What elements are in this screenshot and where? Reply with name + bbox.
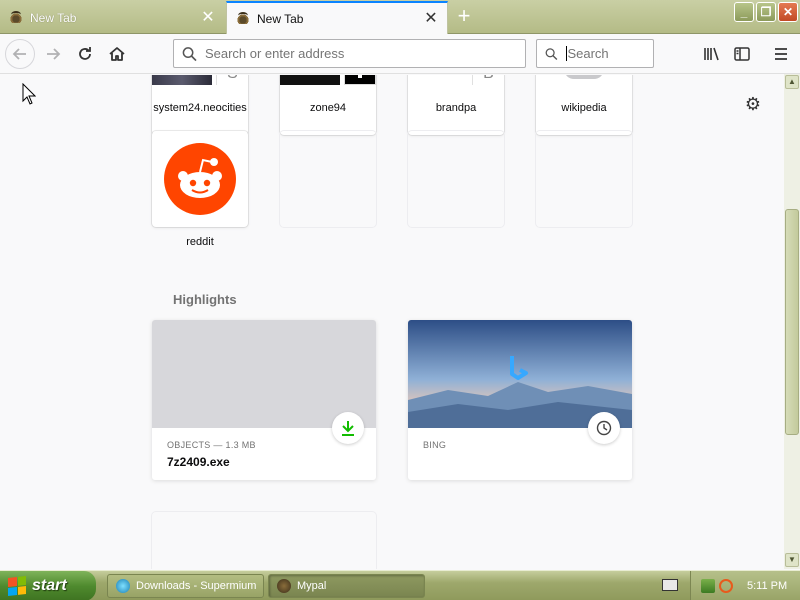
tab-new-tab-2[interactable]: New Tab ✕ <box>226 1 448 34</box>
search-icon <box>182 46 197 61</box>
start-button[interactable]: start <box>0 571 96 600</box>
taskbar-item-label: Mypal <box>297 580 327 592</box>
browser-favicon-icon <box>8 11 24 25</box>
browser-favicon-icon <box>235 11 251 26</box>
highlight-title: 7z2409.exe <box>167 455 230 469</box>
empty-highlight-slot <box>152 512 376 569</box>
highlight-card-download[interactable]: OBJECTS — 1.3 MB 7z2409.exe <box>152 320 376 480</box>
address-bar[interactable] <box>173 39 526 68</box>
home-icon <box>109 47 125 61</box>
highlight-context: BING <box>423 440 447 450</box>
empty-top-site-slot <box>408 131 504 227</box>
top-site-label: wikipedia <box>561 102 607 114</box>
forward-button[interactable] <box>38 39 68 69</box>
site-letter-icon: S <box>216 75 248 85</box>
taskbar-item-mypal[interactable]: Mypal <box>268 574 425 598</box>
site-thumbnail <box>152 75 212 85</box>
supermium-icon <box>116 579 130 593</box>
highlight-context: OBJECTS — 1.3 MB <box>167 440 256 450</box>
keyboard-icon[interactable] <box>662 579 678 591</box>
scrollbar-thumb[interactable] <box>785 209 799 435</box>
empty-top-site-slot <box>536 131 632 227</box>
sidebar-button[interactable] <box>727 39 757 69</box>
search-tray-icon[interactable] <box>719 579 733 593</box>
taskbar-item-label: Downloads - Supermium <box>136 580 257 592</box>
tab-close-icon[interactable]: ✕ <box>423 10 439 27</box>
network-icon[interactable] <box>701 579 715 593</box>
top-site-tile-reddit[interactable] <box>152 131 248 227</box>
clock-icon <box>588 412 620 444</box>
minimize-button[interactable]: _ <box>734 2 754 22</box>
start-label: start <box>32 577 67 594</box>
menu-button[interactable] <box>766 39 796 69</box>
tab-new-tab-1[interactable]: New Tab ✕ <box>0 3 224 33</box>
search-bar[interactable] <box>536 39 654 68</box>
back-button[interactable] <box>5 39 35 69</box>
wikipedia-globe-icon <box>564 75 604 79</box>
reddit-logo-icon <box>164 143 236 215</box>
search-input[interactable] <box>567 46 653 61</box>
tab-title: New Tab <box>257 11 304 26</box>
restore-button[interactable]: ❐ <box>756 2 776 22</box>
sidebar-icon <box>734 47 750 61</box>
top-site-label: brandpa <box>435 102 477 114</box>
top-site-label: reddit <box>186 236 214 248</box>
navigation-toolbar <box>0 34 800 74</box>
new-tab-button[interactable]: + <box>452 5 476 29</box>
top-site-label: system24.neocities <box>153 102 247 114</box>
library-button[interactable] <box>696 39 726 69</box>
back-arrow-icon <box>12 48 26 60</box>
page-scrollbar[interactable]: ▲ ▼ <box>784 74 800 569</box>
highlight-card-bing[interactable]: BING <box>408 320 632 480</box>
empty-top-site-slot <box>280 131 376 227</box>
search-icon <box>545 47 558 60</box>
tab-title: New Tab <box>30 11 77 25</box>
windows-flag-icon <box>8 576 26 596</box>
system-tray: 5:11 PM <box>690 571 800 600</box>
reload-button[interactable] <box>70 39 100 69</box>
scroll-up-icon[interactable]: ▲ <box>785 75 799 89</box>
scroll-down-icon[interactable]: ▼ <box>785 553 799 567</box>
top-site-label: zone94 <box>309 102 347 114</box>
new-tab-page: S system24.neocities zone94 B brandpa wi… <box>0 75 784 569</box>
highlights-heading: Highlights <box>173 292 237 307</box>
site-thumbnail <box>344 75 376 85</box>
download-icon <box>332 412 364 444</box>
text-caret <box>565 46 567 61</box>
tab-strip: New Tab ✕ New Tab ✕ + _ ❐ ✕ <box>0 0 800 34</box>
site-letter-icon: B <box>472 75 504 85</box>
mouse-cursor-icon <box>22 83 36 105</box>
close-window-button[interactable]: ✕ <box>778 2 798 22</box>
mypal-icon <box>277 579 291 593</box>
windows-taskbar: start Downloads - Supermium Mypal 5:11 P… <box>0 570 800 600</box>
library-icon <box>704 47 719 61</box>
tab-close-icon[interactable]: ✕ <box>200 10 216 26</box>
clock: 5:11 PM <box>747 580 788 592</box>
forward-arrow-icon <box>47 48 61 60</box>
settings-gear-icon[interactable]: ⚙ <box>743 94 763 114</box>
taskbar-item-downloads-supermium[interactable]: Downloads - Supermium <box>107 574 264 598</box>
site-thumbnail <box>280 75 340 85</box>
hamburger-menu-icon <box>775 48 787 60</box>
window-controls: _ ❐ ✕ <box>734 2 798 22</box>
reload-icon <box>79 47 91 60</box>
address-input[interactable] <box>204 46 525 61</box>
home-button[interactable] <box>102 39 132 69</box>
